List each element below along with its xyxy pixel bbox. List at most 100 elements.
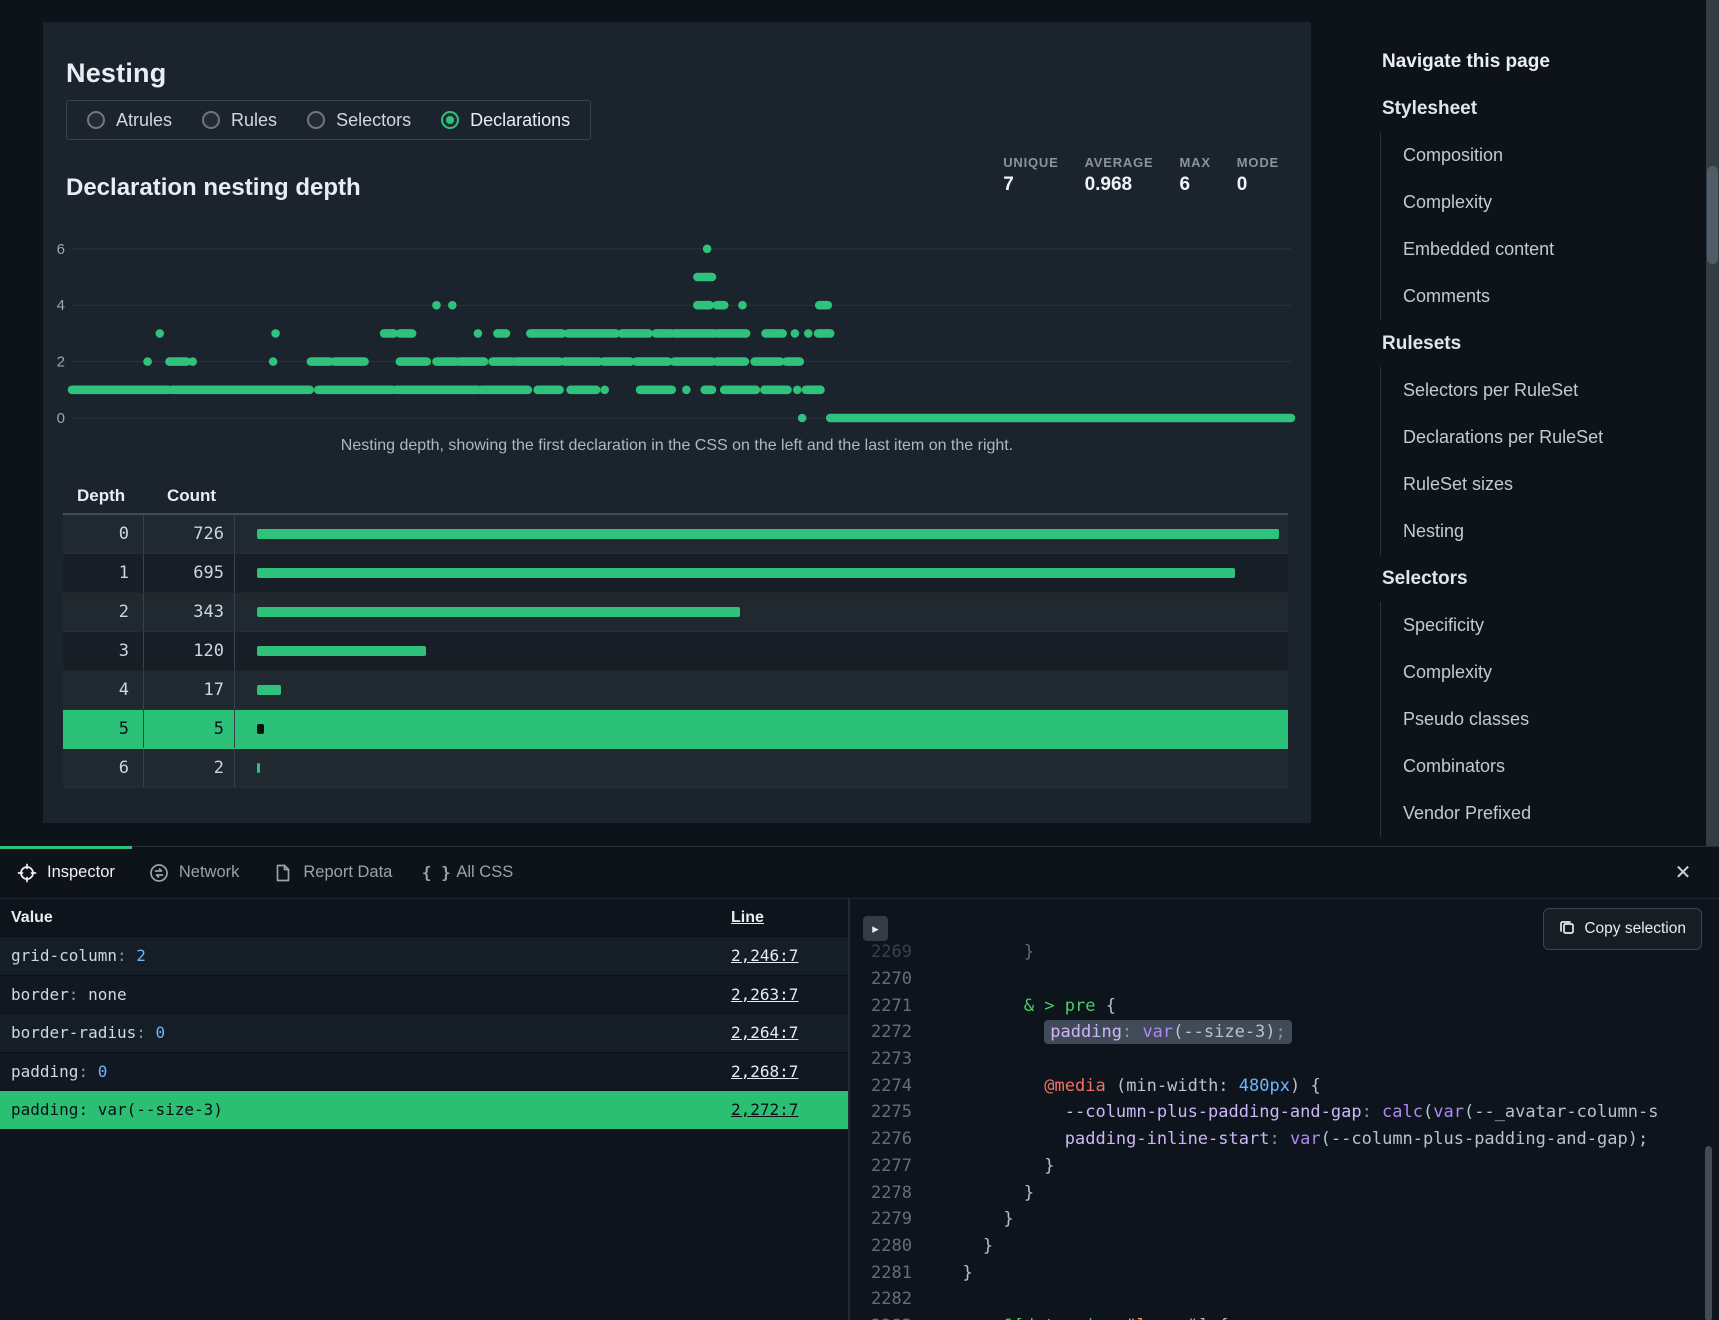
declaration-row[interactable]: padding: 02,268:7: [0, 1052, 848, 1091]
code-scrollbar-thumb[interactable]: [1705, 1146, 1712, 1320]
code-line-2274: 2274@media (min-width: 480px) {: [852, 1072, 1719, 1099]
sidebar-item-complexity[interactable]: Complexity: [1403, 179, 1696, 226]
code-token: ) {: [1290, 1076, 1321, 1096]
value-table-header: Value Line: [0, 899, 848, 936]
line-cell: 2,264:7: [715, 1023, 798, 1042]
tab-all-css[interactable]: { } All CSS: [409, 847, 530, 898]
radio-option-declarations[interactable]: Declarations: [441, 110, 570, 131]
page-title: Nesting: [66, 58, 166, 89]
line-column-header[interactable]: Line: [715, 909, 764, 927]
sidebar-heading: Stylesheet: [1380, 85, 1696, 132]
line-number: 2277: [852, 1156, 912, 1176]
css-source-code: 2269}22702271& > pre {2272padding: var(-…: [852, 939, 1719, 1320]
depth-table-row[interactable]: 0726: [63, 515, 1288, 554]
page-scrollbar[interactable]: [1706, 0, 1719, 846]
sidebar-item-nesting[interactable]: Nesting: [1403, 508, 1696, 555]
property-value: none: [88, 985, 127, 1004]
code-line-2275: 2275--column-plus-padding-and-gap: calc(…: [852, 1099, 1719, 1126]
sidebar-item-pseudo-classes[interactable]: Pseudo classes: [1403, 696, 1696, 743]
depth-table-row[interactable]: 417: [63, 671, 1288, 710]
stat-label: UNIQUE: [1003, 155, 1058, 170]
code-token: --column-plus-padding-and-gap: [1331, 1129, 1628, 1149]
radio-icon: [87, 111, 105, 129]
scatter-dot-depth1: [600, 386, 609, 395]
bar-cell: [235, 724, 1288, 734]
line-number: 2274: [852, 1076, 912, 1096]
count-cell: 343: [144, 593, 235, 631]
depth-table-row[interactable]: 1695: [63, 554, 1288, 593]
code-token: }: [1024, 942, 1034, 962]
section-title: Declaration nesting depth: [66, 174, 361, 202]
document-icon: [273, 863, 293, 883]
code-token: (: [1464, 1102, 1474, 1122]
line-link[interactable]: 2,272:7: [731, 1100, 798, 1119]
count-bar: [257, 724, 264, 734]
y-axis-tick-label: 2: [57, 354, 65, 371]
tab-report-data[interactable]: Report Data: [256, 847, 409, 898]
line-link[interactable]: 2,268:7: [731, 1062, 798, 1081]
scatter-dot-depth1: [682, 386, 691, 395]
chart-caption: Nesting depth, showing the first declara…: [43, 437, 1311, 455]
stat-label: MODE: [1237, 155, 1279, 170]
count-bar: [257, 568, 1235, 578]
sidebar-group-list: SpecificityComplexityPseudo classesCombi…: [1380, 602, 1696, 837]
code-token: @media: [1044, 1076, 1105, 1096]
depth-table-row[interactable]: 55: [63, 710, 1288, 749]
property-name: grid-column: [11, 946, 117, 965]
inspector-panel: InspectorNetworkReport Data{ }All CSS ✕ …: [0, 846, 1719, 1320]
radio-option-atrules[interactable]: Atrules: [87, 110, 172, 131]
declaration-value: border-radius: 0: [0, 1023, 715, 1042]
declaration-row[interactable]: grid-column: 22,246:7: [0, 936, 848, 975]
line-link[interactable]: 2,264:7: [731, 1023, 798, 1042]
sidebar-item-complexity[interactable]: Complexity: [1403, 649, 1696, 696]
stat-label: AVERAGE: [1085, 155, 1154, 170]
close-panel-button[interactable]: ✕: [1671, 861, 1695, 885]
declaration-value: border: none: [0, 985, 715, 1004]
depth-table-row[interactable]: 62: [63, 749, 1288, 788]
page-nav-sidebar: Navigate this page StylesheetComposition…: [1380, 38, 1696, 837]
radio-option-label: Rules: [231, 110, 277, 131]
code-line-2276: 2276padding-inline-start: var(--column-p…: [852, 1126, 1719, 1153]
code-token: (: [1321, 1129, 1331, 1149]
code-token: }: [1003, 1209, 1013, 1229]
colon: :: [69, 985, 88, 1004]
colon: :: [136, 1023, 155, 1042]
code-text: padding-inline-start: var(--column-plus-…: [912, 1129, 1648, 1149]
sidebar-item-combinators[interactable]: Combinators: [1403, 743, 1696, 790]
sidebar-item-ruleset-sizes[interactable]: RuleSet sizes: [1403, 461, 1696, 508]
tab-inspector[interactable]: Inspector: [0, 847, 132, 898]
code-token: {: [1106, 996, 1116, 1016]
sidebar-item-comments[interactable]: Comments: [1403, 273, 1696, 320]
radio-option-rules[interactable]: Rules: [202, 110, 277, 131]
sidebar-heading: Rulesets: [1380, 320, 1696, 367]
page-scrollbar-thumb[interactable]: [1707, 166, 1718, 264]
copy-icon: [1559, 919, 1575, 940]
line-link[interactable]: 2,246:7: [731, 946, 798, 965]
depth-table-row[interactable]: 3120: [63, 632, 1288, 671]
code-token: &[data-size=: [1003, 1316, 1126, 1320]
declaration-row[interactable]: border: none 2,263:7: [0, 975, 848, 1014]
scatter-dot-depth4: [738, 301, 747, 310]
panel-toggle-icon[interactable]: ▸: [863, 916, 888, 941]
line-number: 2275: [852, 1102, 912, 1122]
code-line-2272: 2272padding: var(--size-3);: [852, 1019, 1719, 1046]
declaration-row[interactable]: padding: var(--size-3)2,272:7: [0, 1090, 848, 1129]
braces-icon: { }: [426, 863, 446, 883]
count-bar: [257, 607, 740, 617]
inspector-tabbar: Inspector NetworkReport Data { } All CSS: [0, 847, 1719, 899]
sidebar-item-specificity[interactable]: Specificity: [1403, 602, 1696, 649]
sidebar-item-selectors-per-ruleset[interactable]: Selectors per RuleSet: [1403, 367, 1696, 414]
sidebar-item-embedded-content[interactable]: Embedded content: [1403, 226, 1696, 273]
code-token: (min-width:: [1106, 1076, 1239, 1096]
radio-option-selectors[interactable]: Selectors: [307, 110, 411, 131]
tab-label: Inspector: [47, 863, 115, 882]
declaration-row[interactable]: border-radius: 0 2,264:7: [0, 1013, 848, 1052]
tab-network[interactable]: Network: [132, 847, 257, 898]
sidebar-item-composition[interactable]: Composition: [1403, 132, 1696, 179]
line-link[interactable]: 2,263:7: [731, 985, 798, 1004]
sidebar-item-vendor-prefixed[interactable]: Vendor Prefixed: [1403, 790, 1696, 837]
crosshair-icon: [17, 863, 37, 883]
sidebar-item-declarations-per-ruleset[interactable]: Declarations per RuleSet: [1403, 414, 1696, 461]
depth-table-row[interactable]: 2343: [63, 593, 1288, 632]
tab-label: All CSS: [456, 863, 513, 882]
